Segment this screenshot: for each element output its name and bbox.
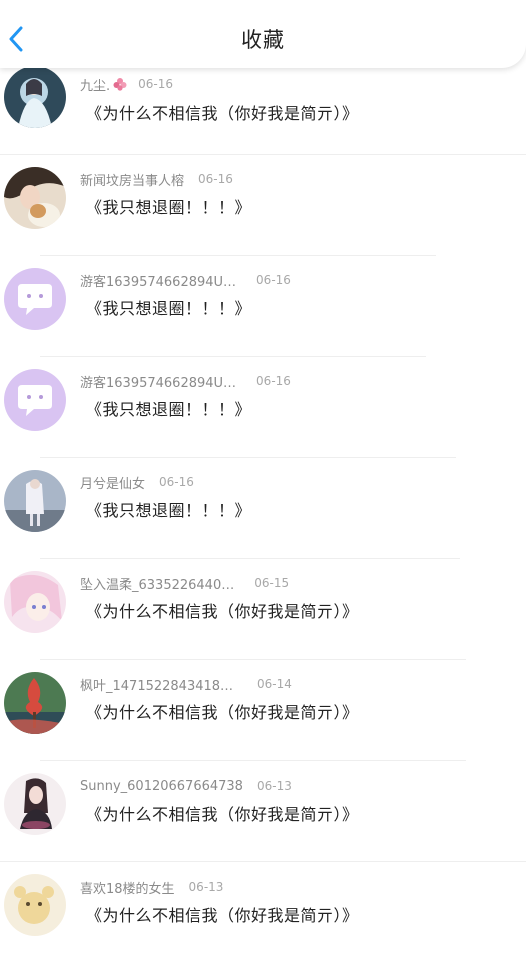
item-meta: 月兮是仙女 06-16 <box>80 473 194 492</box>
favorite-title[interactable]: 《我只想退圈！！！》 <box>86 295 251 319</box>
item-meta: Sunny_60120667664738 06-13 <box>80 777 292 795</box>
page-title: 收藏 <box>241 28 285 52</box>
item-date: 06-15 <box>254 576 290 590</box>
item-date: 06-16 <box>159 475 194 489</box>
item-meta: 枫叶_1471522843418… 06-14 <box>80 675 292 694</box>
item-date: 06-16 <box>138 77 174 91</box>
username[interactable]: 坠入温柔_6335226440… <box>80 574 234 593</box>
item-meta: 喜欢18楼的女生 06-13 <box>80 878 224 897</box>
favorites-list: 九尘. 06-16 《为什么不相信我（你好我是简亓）》 新闻坟房当事人榕 06-… <box>0 66 526 963</box>
default-chat-avatar[interactable] <box>4 369 66 431</box>
user-avatar[interactable] <box>4 66 66 128</box>
list-item[interactable]: 游客1639574662894U… 06-16 《我只想退圈！！！》 <box>0 357 526 458</box>
username[interactable]: 九尘. <box>80 75 110 94</box>
list-item[interactable]: 枫叶_1471522843418… 06-14 《为什么不相信我（你好我是简亓）… <box>0 660 526 761</box>
default-chat-avatar[interactable] <box>4 268 66 330</box>
favorite-title[interactable]: 《我只想退圈！！！》 <box>86 497 251 521</box>
username[interactable]: 喜欢18楼的女生 <box>80 878 175 897</box>
item-date: 06-14 <box>257 677 292 691</box>
list-item[interactable]: 游客1639574662894U… 06-16 《我只想退圈！！！》 <box>0 256 526 357</box>
favorite-title[interactable]: 《为什么不相信我（你好我是简亓）》 <box>86 598 359 622</box>
username[interactable]: Sunny_60120667664738 <box>80 779 243 794</box>
list-item[interactable]: 坠入温柔_6335226440… 06-15 《为什么不相信我（你好我是简亓）》 <box>0 559 526 660</box>
list-item[interactable]: 喜欢18楼的女生 06-13 《为什么不相信我（你好我是简亓）》 <box>0 862 526 963</box>
list-item[interactable]: Sunny_60120667664738 06-13 《为什么不相信我（你好我是… <box>0 761 526 862</box>
username[interactable]: 游客1639574662894U… <box>80 372 236 391</box>
user-avatar[interactable] <box>4 773 66 835</box>
favorite-title[interactable]: 《为什么不相信我（你好我是简亓）》 <box>86 699 359 723</box>
favorite-title[interactable]: 《为什么不相信我（你好我是简亓）》 <box>86 902 359 926</box>
user-avatar[interactable] <box>4 874 66 936</box>
item-date: 06-16 <box>198 172 233 186</box>
user-avatar[interactable] <box>4 167 66 229</box>
user-avatar[interactable] <box>4 672 66 734</box>
username[interactable]: 新闻坟房当事人榕 <box>80 170 184 189</box>
top-bar: 收藏 <box>0 0 526 68</box>
list-item[interactable]: 月兮是仙女 06-16 《我只想退圈！！！》 <box>0 458 526 559</box>
list-item[interactable]: 九尘. 06-16 《为什么不相信我（你好我是简亓）》 <box>0 62 526 155</box>
item-date: 06-16 <box>256 374 291 388</box>
username[interactable]: 枫叶_1471522843418… <box>80 675 233 694</box>
favorite-title[interactable]: 《为什么不相信我（你好我是简亓）》 <box>86 801 359 825</box>
username[interactable]: 游客1639574662894U… <box>80 271 236 290</box>
item-meta: 九尘. 06-16 <box>80 75 174 94</box>
username[interactable]: 月兮是仙女 <box>80 473 145 492</box>
item-meta: 坠入温柔_6335226440… 06-15 <box>80 574 290 593</box>
favorite-title[interactable]: 《我只想退圈！！！》 <box>86 194 251 218</box>
item-meta: 新闻坟房当事人榕 06-16 <box>80 170 233 189</box>
user-avatar[interactable] <box>4 571 66 633</box>
user-avatar[interactable] <box>4 470 66 532</box>
flower-icon <box>113 78 127 91</box>
item-meta: 游客1639574662894U… 06-16 <box>80 372 291 391</box>
item-meta: 游客1639574662894U… 06-16 <box>80 271 291 290</box>
item-date: 06-13 <box>188 880 224 894</box>
item-date: 06-16 <box>256 273 291 287</box>
list-item[interactable]: 新闻坟房当事人榕 06-16 《我只想退圈！！！》 <box>0 155 526 256</box>
favorite-title[interactable]: 《为什么不相信我（你好我是简亓）》 <box>86 100 359 124</box>
item-date: 06-13 <box>256 779 292 793</box>
favorite-title[interactable]: 《我只想退圈！！！》 <box>86 396 251 420</box>
